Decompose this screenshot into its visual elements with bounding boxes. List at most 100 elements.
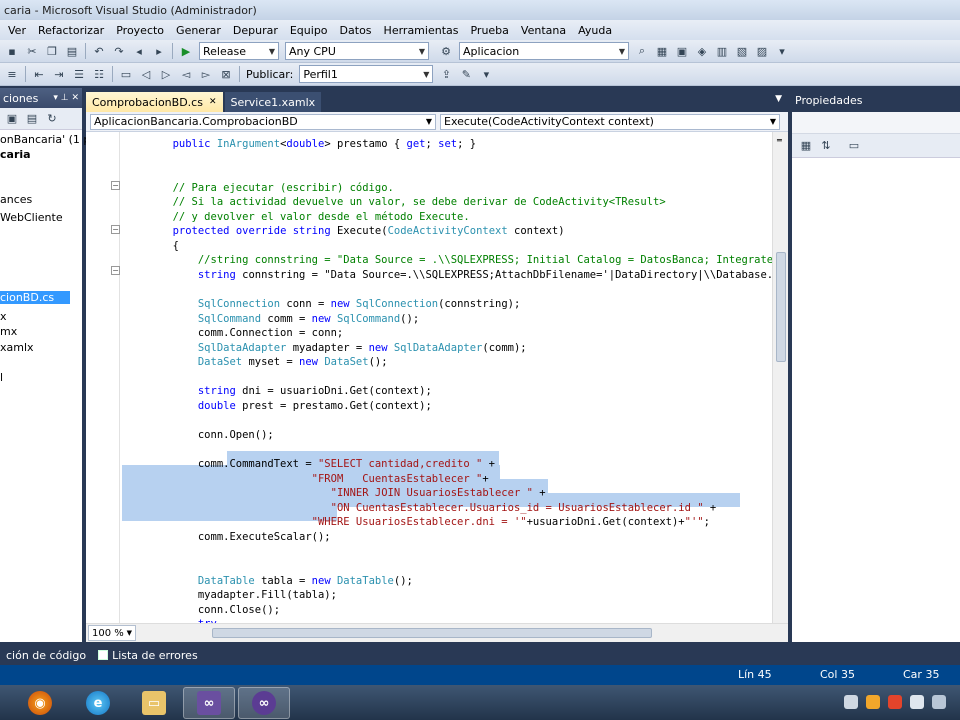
tab-service1[interactable]: Service1.xamlx <box>224 92 322 112</box>
panel-pin-icon[interactable]: ▾ ⊥ ✕ <box>53 93 79 103</box>
zoom-select[interactable]: 100 % ▼ <box>88 625 136 641</box>
next-bookmark-icon[interactable]: ▷ <box>158 66 174 82</box>
prev-bookmark-folder-icon[interactable]: ◅ <box>178 66 194 82</box>
tree-item[interactable]: xamlx <box>0 341 34 354</box>
vertical-scrollbar[interactable]: ═ <box>772 132 788 623</box>
properties-object-select[interactable] <box>792 112 960 134</box>
chevron-down-icon: ▼ <box>425 117 432 126</box>
menu-datos[interactable]: Datos <box>334 24 378 37</box>
solution-config-select[interactable]: Release ▼ <box>199 42 279 60</box>
cut-icon[interactable]: ✂ <box>24 43 40 59</box>
uncomment-icon[interactable]: ☷ <box>91 66 107 82</box>
find-icon[interactable]: ⚙ <box>438 43 454 59</box>
publish-settings-icon[interactable]: ✎ <box>458 66 474 82</box>
clear-bookmarks-icon[interactable]: ⊠ <box>218 66 234 82</box>
menu-ventana[interactable]: Ventana <box>515 24 572 37</box>
menu-generar[interactable]: Generar <box>170 24 227 37</box>
tab-comprobacionbd[interactable]: ComprobacionBD.cs ✕ <box>86 92 223 112</box>
start-debug-icon[interactable]: ▶ <box>178 43 194 59</box>
collapse-icon[interactable]: − <box>111 266 120 275</box>
publish-profile-select[interactable]: Perfil1 ▼ <box>299 65 434 83</box>
vertical-scroll-thumb[interactable] <box>776 252 786 362</box>
tree-item[interactable]: mx <box>0 325 17 338</box>
menu-prueba[interactable]: Prueba <box>464 24 514 37</box>
increase-indent-icon[interactable]: ⇥ <box>51 66 67 82</box>
show-all-files-icon[interactable]: ▤ <box>24 111 40 127</box>
menu-ayuda[interactable]: Ayuda <box>572 24 618 37</box>
publish-web-icon[interactable]: ⇪ <box>438 66 454 82</box>
member-list-icon[interactable]: ≡ <box>4 66 20 82</box>
properties-icon[interactable]: ▣ <box>4 111 20 127</box>
tree-item[interactable]: l <box>0 371 3 384</box>
categorized-icon[interactable]: ▦ <box>798 138 814 154</box>
prev-bookmark-icon[interactable]: ◁ <box>138 66 154 82</box>
menu-proyecto[interactable]: Proyecto <box>110 24 170 37</box>
tab-error-list[interactable]: Lista de errores <box>92 649 204 662</box>
navigate-back-icon[interactable]: ◂ <box>131 43 147 59</box>
tree-item[interactable]: WebCliente <box>0 211 63 224</box>
tray-icon[interactable] <box>910 695 924 709</box>
tray-icon[interactable] <box>866 695 880 709</box>
property-pages-icon[interactable]: ▭ <box>846 138 862 154</box>
code-line: string connstring = "Data Source=.\\SQLE… <box>197 268 772 281</box>
undo-icon[interactable]: ↶ <box>91 43 107 59</box>
menu-refactorizar[interactable]: Refactorizar <box>32 24 110 37</box>
start-page-icon[interactable]: ▧ <box>734 43 750 59</box>
tree-item[interactable]: caria <box>0 148 31 161</box>
close-icon[interactable]: ✕ <box>209 97 217 107</box>
taskbar-recorder[interactable]: ∞ <box>238 687 290 719</box>
refresh-icon[interactable]: ↻ <box>44 111 60 127</box>
member-select[interactable]: Execute(CodeActivityContext context) ▼ <box>440 113 780 130</box>
solution-explorer-icon[interactable]: ▦ <box>654 43 670 59</box>
tree-item-selected[interactable]: cionBD.cs <box>0 291 70 304</box>
tab-dropdown-icon[interactable]: ▼ <box>775 94 782 104</box>
horizontal-scrollbar[interactable] <box>142 628 762 638</box>
chevron-down-icon: ▼ <box>126 629 132 637</box>
tray-icon[interactable] <box>888 695 902 709</box>
title-bar: caria - Microsoft Visual Studio (Adminis… <box>0 0 960 20</box>
taskbar-internet-explorer[interactable]: e <box>72 687 124 719</box>
menu-ver[interactable]: Ver <box>2 24 32 37</box>
paste-icon[interactable]: ▤ <box>64 43 80 59</box>
bookmark-icon[interactable]: ▭ <box>118 66 134 82</box>
save-icon[interactable]: ▪ <box>4 43 20 59</box>
overflow-icon[interactable]: ▾ <box>478 66 494 82</box>
tab-code-definition[interactable]: ción de código <box>0 649 92 662</box>
taskbar-firefox[interactable]: ◉ <box>14 687 66 719</box>
taskbar-explorer[interactable]: ▭ <box>128 687 180 719</box>
find-in-files-icon[interactable]: ⌕ <box>634 43 650 59</box>
horizontal-scroll-thumb[interactable] <box>212 628 652 638</box>
collapse-icon[interactable]: − <box>111 225 120 234</box>
navigate-forward-icon[interactable]: ▸ <box>151 43 167 59</box>
tray-icon[interactable] <box>932 695 946 709</box>
decrease-indent-icon[interactable]: ⇤ <box>31 66 47 82</box>
type-select[interactable]: AplicacionBancaria.ComprobacionBD ▼ <box>90 113 436 130</box>
split-icon[interactable]: ═ <box>777 136 782 145</box>
tray-icon[interactable] <box>844 695 858 709</box>
solution-config-value: Release <box>203 44 246 58</box>
redo-icon[interactable]: ↷ <box>111 43 127 59</box>
solution-platform-value: Any CPU <box>289 44 336 58</box>
properties-icon[interactable]: ▣ <box>674 43 690 59</box>
overflow-icon[interactable]: ▾ <box>774 43 790 59</box>
tree-item[interactable]: ances <box>0 193 32 206</box>
find-combo[interactable]: Aplicacion ▼ <box>459 42 629 60</box>
collapse-icon[interactable]: − <box>111 181 120 190</box>
extension-icon[interactable]: ▨ <box>754 43 770 59</box>
tree-item[interactable]: x <box>0 310 7 323</box>
code-text-area[interactable]: − − − public InArgument<double> prestamo… <box>86 132 772 623</box>
menu-depurar[interactable]: Depurar <box>227 24 284 37</box>
solution-platform-select[interactable]: Any CPU ▼ <box>285 42 429 60</box>
toolbox-icon[interactable]: ▥ <box>714 43 730 59</box>
taskbar-visual-studio[interactable]: ∞ <box>183 687 235 719</box>
alphabetical-icon[interactable]: ⇅ <box>818 138 834 154</box>
next-bookmark-folder-icon[interactable]: ▻ <box>198 66 214 82</box>
object-browser-icon[interactable]: ◈ <box>694 43 710 59</box>
copy-icon[interactable]: ❐ <box>44 43 60 59</box>
code-line: "FROM CuentasEstablecer "+ <box>311 472 489 485</box>
menu-equipo[interactable]: Equipo <box>284 24 334 37</box>
comment-icon[interactable]: ☰ <box>71 66 87 82</box>
tree-item[interactable]: onBancaria' (1 pr <box>0 133 95 146</box>
toolbar-separator <box>85 43 86 59</box>
menu-herramientas[interactable]: Herramientas <box>378 24 465 37</box>
